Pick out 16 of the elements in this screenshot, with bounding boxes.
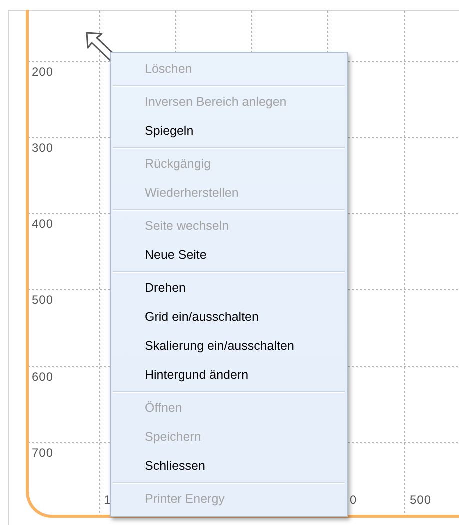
y-axis-label: 600 xyxy=(32,370,54,384)
menu-item[interactable]: Skalierung ein/ausschalten xyxy=(111,332,347,361)
y-axis-label: 300 xyxy=(32,141,54,155)
x-axis-label: 500 xyxy=(410,493,432,507)
menu-item[interactable]: Hintergund ändern xyxy=(111,361,347,390)
menu-item[interactable]: Drehen xyxy=(111,274,347,303)
x-axis-label: 1 xyxy=(104,493,112,507)
y-axis-label: 400 xyxy=(32,217,54,231)
menu-item[interactable]: Schliessen xyxy=(111,452,347,481)
menu-item[interactable]: Neue Seite xyxy=(111,241,347,270)
y-axis-label: 200 xyxy=(32,65,54,79)
y-axis-label: 500 xyxy=(32,293,54,307)
menu-item[interactable]: Spiegeln xyxy=(111,117,347,146)
x-axis-label: 0 xyxy=(350,493,358,507)
menu-item[interactable]: Grid ein/ausschalten xyxy=(111,303,347,332)
y-axis-label: 700 xyxy=(32,446,54,460)
